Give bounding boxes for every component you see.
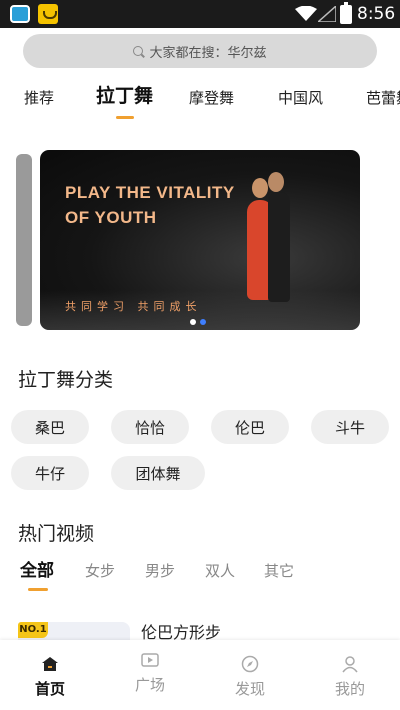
hot-videos-title: 热门视频 xyxy=(18,523,95,545)
hot-tab-couple[interactable]: 双人 xyxy=(205,560,235,582)
hot-tab-all[interactable]: 全部 xyxy=(20,560,54,582)
nav-square[interactable]: 广场 xyxy=(100,640,200,710)
dancer-woman-head xyxy=(252,178,268,198)
tab-chinese-style[interactable]: 中国风 xyxy=(278,84,323,112)
dancer-man-head xyxy=(268,172,284,192)
compass-icon xyxy=(241,655,259,673)
shopping-bag-notification-icon xyxy=(38,4,58,24)
active-tab-indicator xyxy=(116,116,134,119)
banner-pagination xyxy=(190,310,210,329)
latin-categories-title: 拉丁舞分类 xyxy=(18,369,114,391)
hot-video-tabs: 全部 女步 男步 双人 其它 xyxy=(0,560,400,590)
hot-tab-female-steps[interactable]: 女步 xyxy=(85,560,115,582)
search-placeholder: 大家都在搜：华尔兹 xyxy=(149,45,267,61)
app-notification-icon xyxy=(10,5,30,23)
dancer-man xyxy=(268,192,290,302)
home-icon xyxy=(42,657,58,671)
search-bar[interactable]: 大家都在搜：华尔兹 xyxy=(23,34,377,68)
category-tabs: 推荐 拉丁舞 摩登舞 中国风 芭蕾舞 xyxy=(0,84,400,124)
tab-latin[interactable]: 拉丁舞 xyxy=(96,82,153,110)
pagination-dot[interactable] xyxy=(190,319,196,325)
search-icon xyxy=(133,46,144,56)
banner-previous-peek[interactable] xyxy=(16,154,32,326)
banner-title-line1: PLAY THE VITALITY xyxy=(65,183,235,202)
tab-ballet[interactable]: 芭蕾舞 xyxy=(366,84,400,112)
category-chip-chacha[interactable]: 恰恰 xyxy=(111,410,189,444)
battery-charging-icon xyxy=(340,2,352,24)
status-time: 8:56 xyxy=(357,4,396,24)
tab-modern[interactable]: 摩登舞 xyxy=(189,84,234,112)
hot-tab-male-steps[interactable]: 男步 xyxy=(145,560,175,582)
nav-discover[interactable]: 发现 xyxy=(200,640,300,710)
signal-icon xyxy=(318,6,336,22)
nav-me[interactable]: 我的 xyxy=(300,640,400,710)
status-bar: 8:56 xyxy=(0,0,400,28)
user-icon xyxy=(342,656,358,673)
header: 大家都在搜：华尔兹 推荐 拉丁舞 摩登舞 中国风 芭蕾舞 xyxy=(0,28,400,128)
banner-carousel[interactable]: PLAY THE VITALITY OF YOUTH 共同学习 共同成长 xyxy=(40,150,360,330)
category-chip-samba[interactable]: 桑巴 xyxy=(11,410,89,444)
category-chip-jive[interactable]: 牛仔 xyxy=(11,456,89,490)
banner-subtitle: 共同学习 共同成长 xyxy=(65,300,202,313)
pagination-dot-active[interactable] xyxy=(200,319,206,325)
nav-square-label: 广场 xyxy=(134,676,165,694)
hot-tab-indicator xyxy=(28,588,48,591)
category-chip-group-dance[interactable]: 团体舞 xyxy=(111,456,205,490)
rank-badge: NO.1 xyxy=(18,622,48,638)
category-chip-rumba[interactable]: 伦巴 xyxy=(211,410,289,444)
nav-home[interactable]: 首页 xyxy=(0,640,100,710)
tab-recommend[interactable]: 推荐 xyxy=(24,84,54,112)
nav-home-label: 首页 xyxy=(34,680,65,698)
banner-title-line2: OF YOUTH xyxy=(65,208,157,227)
hot-tab-other[interactable]: 其它 xyxy=(264,560,294,582)
category-chip-paso-doble[interactable]: 斗牛 xyxy=(311,410,389,444)
bottom-navigation: 首页 广场 发现 我的 xyxy=(0,640,400,710)
wifi-icon xyxy=(295,6,317,21)
banner-title: PLAY THE VITALITY OF YOUTH xyxy=(65,180,235,230)
video-square-icon xyxy=(141,653,159,667)
nav-discover-label: 发现 xyxy=(234,680,265,698)
nav-me-label: 我的 xyxy=(334,680,365,698)
